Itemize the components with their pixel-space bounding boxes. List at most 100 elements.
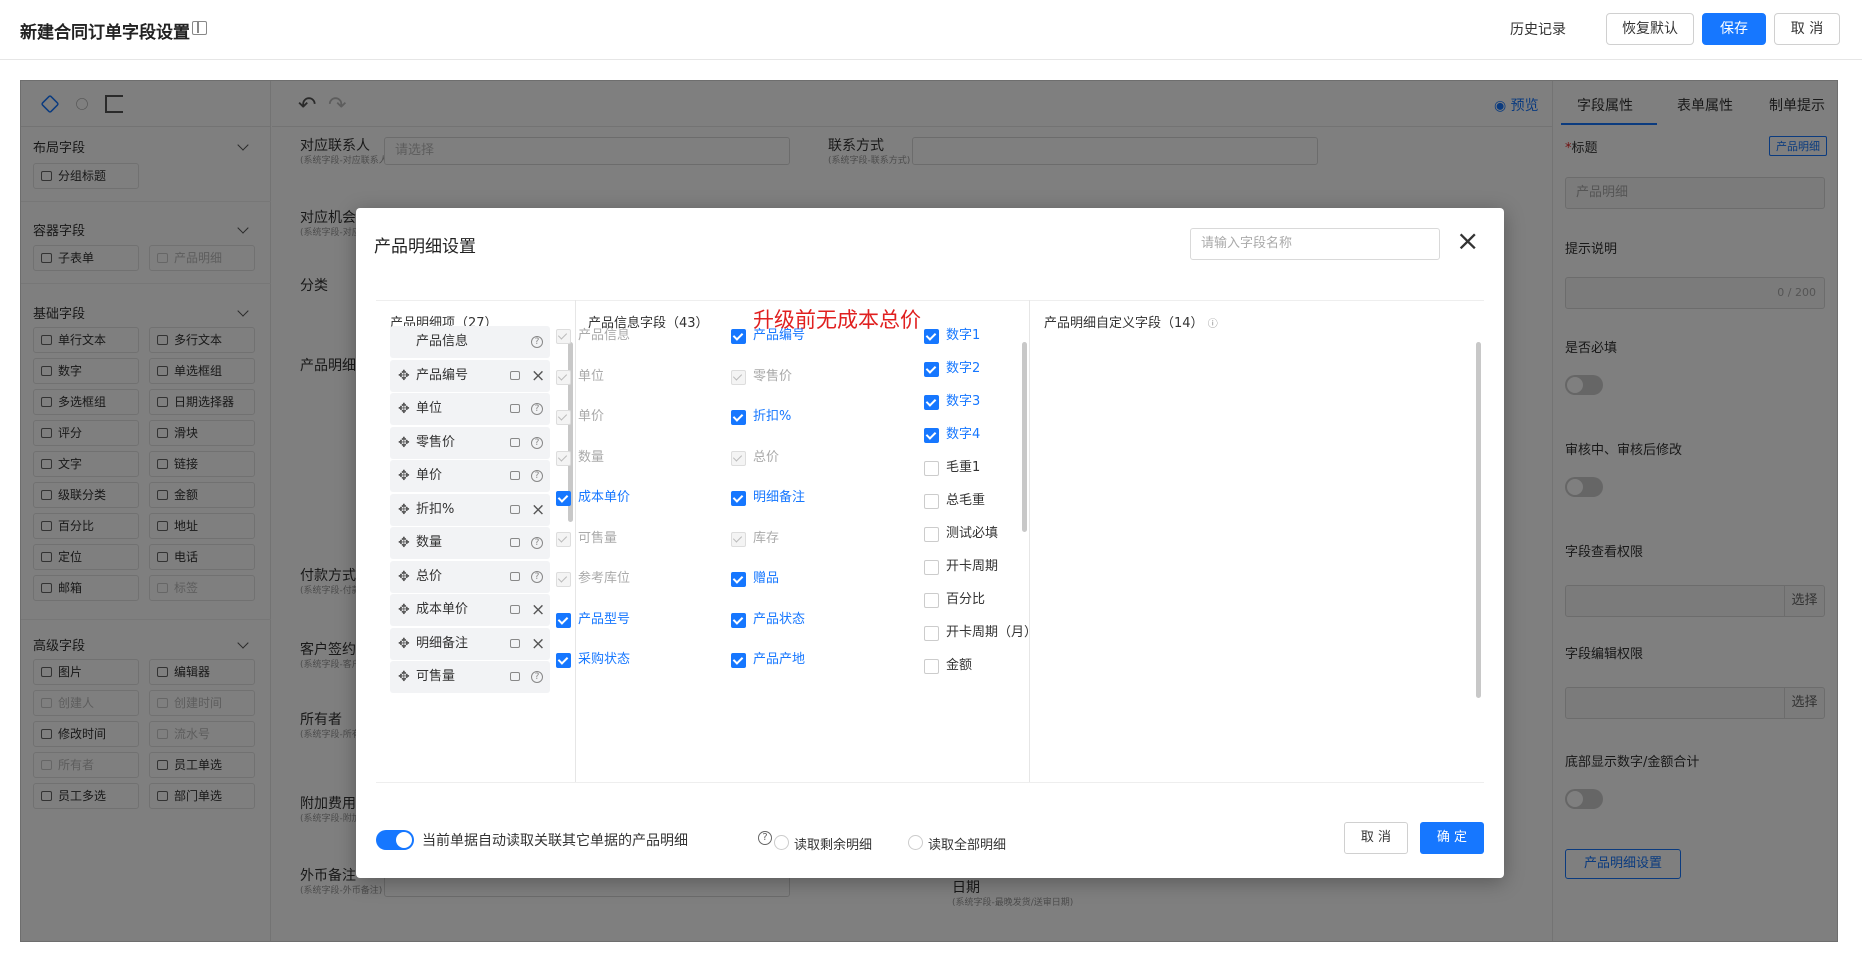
detail-item[interactable]: ✥ 总价?	[390, 560, 550, 593]
dialog-cancel-button[interactable]: 取 消	[1344, 822, 1408, 854]
custom-field-checkbox[interactable]: 总毛重	[924, 493, 985, 509]
info-field-checkbox: 单位	[556, 369, 604, 385]
lock-icon[interactable]	[510, 538, 520, 547]
info-field-checkbox[interactable]: 产品型号	[556, 612, 630, 628]
detail-item[interactable]: ✥ 折扣% ×	[390, 493, 550, 526]
custom-field-checkbox[interactable]: 数字4	[924, 427, 980, 443]
info-field-checkbox: 数量	[556, 450, 604, 466]
lock-icon[interactable]	[510, 504, 520, 514]
detail-item[interactable]: ✥ 可售量?	[390, 661, 550, 693]
custom-field-checkbox[interactable]: 数字3	[924, 394, 980, 410]
auto-read-label: 当前单据自动读取关联其它单据的产品明细	[422, 833, 688, 849]
remove-icon[interactable]: ×	[531, 628, 545, 660]
custom-field-checkbox[interactable]: 开卡周期	[924, 559, 998, 575]
custom-field-checkbox[interactable]: 数字2	[924, 361, 980, 377]
detail-item[interactable]: ✥ 明细备注 ×	[390, 627, 550, 660]
drag-handle-icon[interactable]: ✥	[398, 427, 410, 459]
info-field-checkbox[interactable]: 产品编号	[731, 328, 805, 344]
drag-handle-icon[interactable]: ✥	[398, 460, 410, 492]
drag-handle-icon[interactable]: ✥	[398, 628, 410, 660]
dialog-confirm-button[interactable]: 确 定	[1420, 822, 1484, 854]
divider	[376, 300, 1484, 301]
detail-item-label: 产品信息	[416, 334, 469, 349]
help-icon[interactable]: ?	[531, 537, 543, 549]
close-icon[interactable]: ×	[1456, 226, 1479, 256]
custom-field-checkbox[interactable]: 毛重1	[924, 460, 980, 476]
page-title: 新建合同订单字段设置	[20, 23, 190, 43]
layout-icon[interactable]	[192, 21, 207, 35]
help-icon[interactable]: ?	[758, 831, 772, 845]
detail-item[interactable]: ✥ 单价?	[390, 460, 550, 492]
custom-scrollbar[interactable]	[1476, 342, 1481, 698]
custom-field-checkbox[interactable]: 百分比	[924, 592, 985, 608]
info-field-checkbox[interactable]: 产品状态	[731, 612, 805, 628]
lock-icon[interactable]	[510, 672, 520, 681]
info-field-checkbox[interactable]: 明细备注	[731, 490, 805, 506]
drag-handle-icon[interactable]: ✥	[398, 561, 410, 593]
detail-item[interactable]: ✥ 成本单价 ×	[390, 594, 550, 626]
drag-handle-icon[interactable]: ✥	[398, 661, 410, 693]
custom-field-checkbox[interactable]: 开卡周期（月）	[924, 625, 1037, 641]
lock-icon[interactable]	[510, 404, 520, 413]
detail-item-label: 单位	[416, 401, 443, 416]
info-field-checkbox[interactable]: 赠品	[731, 571, 779, 587]
info-field-checkbox[interactable]: 采购状态	[556, 652, 630, 668]
divider	[376, 782, 1484, 783]
drag-handle-icon[interactable]: ✥	[398, 360, 410, 392]
drag-handle-icon[interactable]: ✥	[398, 393, 410, 425]
help-icon[interactable]: ⓘ	[1208, 319, 1218, 330]
detail-item-label: 零售价	[416, 434, 456, 450]
info-field-checkbox[interactable]: 产品产地	[731, 652, 805, 668]
lock-icon[interactable]	[510, 471, 520, 480]
help-icon[interactable]: ?	[531, 671, 543, 683]
drag-handle-icon[interactable]: ✥	[398, 494, 410, 526]
custom-field-checkbox[interactable]: 测试必填	[924, 526, 998, 542]
help-icon[interactable]: ?	[531, 570, 543, 583]
help-icon[interactable]: ?	[531, 436, 543, 449]
product-detail-settings-dialog: 产品明细设置 请输入字段名称 × 产品明细项（27） 产品信息字段（43） 产品…	[356, 208, 1504, 878]
help-icon[interactable]: ?	[531, 336, 543, 348]
lock-icon[interactable]	[510, 638, 520, 648]
radio-read-all[interactable]: 读取全部明细	[908, 834, 1006, 853]
detail-item[interactable]: ✥ 产品编号 ×	[390, 359, 550, 392]
info-scrollbar[interactable]	[1022, 342, 1027, 532]
lock-icon[interactable]	[510, 605, 520, 614]
field-search-input[interactable]: 请输入字段名称	[1190, 228, 1440, 260]
remove-icon[interactable]: ×	[531, 360, 545, 392]
history-link[interactable]: 历史记录	[1510, 19, 1566, 39]
info-field-checkbox: 零售价	[731, 369, 792, 385]
col-custom-title-text: 产品明细自定义字段（14）	[1044, 316, 1204, 331]
detail-item[interactable]: ✥ 单位?	[390, 393, 550, 425]
help-icon[interactable]: ?	[531, 470, 543, 482]
col-custom-title: 产品明细自定义字段（14） ⓘ	[1044, 312, 1218, 331]
lock-icon[interactable]	[510, 437, 520, 447]
info-field-checkbox[interactable]: 折扣%	[731, 409, 791, 425]
info-field-checkbox: 总价	[731, 450, 779, 466]
detail-item[interactable]: ✥ 零售价?	[390, 426, 550, 459]
detail-item[interactable]: ✥ 数量?	[390, 527, 550, 559]
remove-icon[interactable]: ×	[531, 494, 545, 526]
radio-read-remaining[interactable]: 读取剩余明细	[774, 834, 872, 853]
info-field-checkbox: 参考库位	[556, 571, 630, 587]
cancel-button[interactable]: 取 消	[1774, 13, 1840, 45]
dialog-title: 产品明细设置	[374, 237, 476, 257]
custom-field-checkbox[interactable]: 金额	[924, 658, 972, 674]
detail-item[interactable]: 产品信息?	[390, 326, 550, 358]
help-icon[interactable]: ?	[531, 403, 543, 415]
custom-field-checkbox[interactable]: 数字1	[924, 328, 980, 344]
info-field-checkbox: 单价	[556, 409, 604, 425]
drag-handle-icon[interactable]: ✥	[398, 594, 410, 626]
info-field-checkbox[interactable]: 成本单价	[556, 490, 630, 506]
info-field-checkbox: 产品信息	[556, 328, 630, 344]
drag-handle-icon[interactable]: ✥	[398, 527, 410, 559]
auto-read-toggle[interactable]	[376, 830, 414, 850]
detail-item-label: 折扣%	[416, 501, 455, 517]
save-button[interactable]: 保存	[1702, 13, 1766, 45]
top-bar: 新建合同订单字段设置 历史记录 恢复默认 保存 取 消	[0, 0, 1862, 60]
lock-icon[interactable]	[510, 370, 520, 380]
restore-default-button[interactable]: 恢复默认	[1606, 13, 1694, 45]
lock-icon[interactable]	[510, 571, 520, 581]
detail-item-label: 明细备注	[416, 635, 469, 651]
remove-icon[interactable]: ×	[531, 594, 545, 626]
detail-item-label: 可售量	[416, 669, 456, 684]
